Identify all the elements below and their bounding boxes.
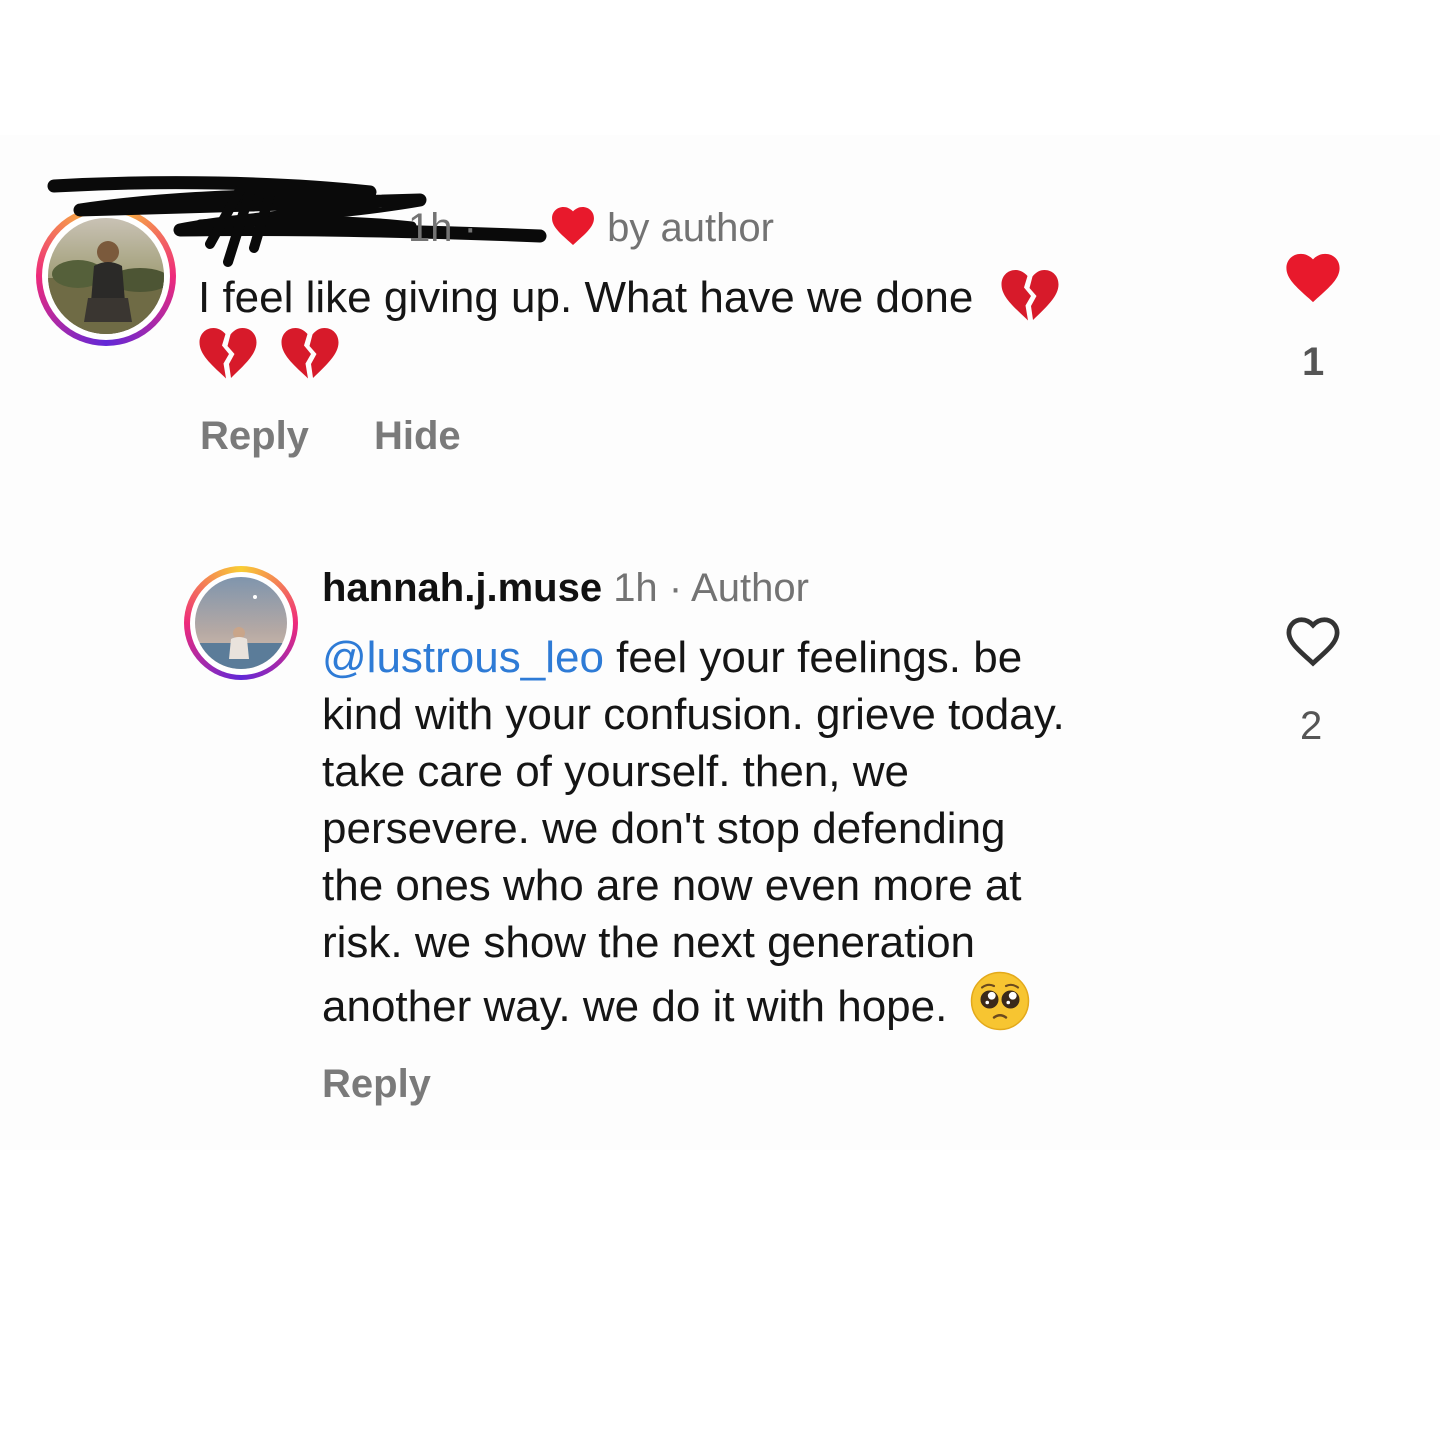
reply-text: @lustrous_leo feel your feelings. be kin… (322, 629, 1242, 1035)
mention-link[interactable]: @lustrous_leo (322, 633, 604, 682)
commenter-avatar[interactable] (36, 206, 176, 346)
reply-line: kind with your confusion. grieve today. (322, 690, 1065, 739)
reply-username[interactable]: hannah.j.muse (322, 566, 602, 610)
broken-heart-icon (199, 328, 257, 379)
hide-button[interactable]: Hide (374, 414, 461, 459)
comment-time: 1h (408, 206, 453, 250)
reply-like-count: 2 (1300, 704, 1323, 748)
reply-line: risk. we show the next generation (322, 918, 976, 967)
reply-reply-button[interactable]: Reply (322, 1062, 431, 1107)
pleading-face-icon (970, 971, 1029, 1031)
liked-by-label: by author (607, 206, 774, 250)
reply-line: feel your feelings. be (616, 633, 1023, 682)
heart-filled-icon (1286, 253, 1340, 303)
reply-line: persevere. we don't stop defending (322, 804, 1006, 853)
reply-like-button[interactable] (1284, 616, 1342, 673)
comment-like-count: 1 (1302, 340, 1325, 384)
heart-outline-icon (1286, 617, 1340, 667)
broken-heart-icon (281, 328, 339, 379)
reply-line: the ones who are now even more at (322, 861, 1022, 910)
reply-meta: hannah.j.muse 1h · Author (322, 566, 809, 611)
liked-by-author: by author (550, 206, 774, 251)
meta-separator: · (668, 566, 683, 610)
reply-avatar[interactable] (184, 566, 298, 680)
comment-like-button[interactable] (1284, 252, 1342, 309)
author-badge: Author (691, 566, 809, 610)
meta-separator: · (463, 206, 477, 250)
reply-button[interactable]: Reply (200, 414, 309, 459)
broken-heart-icon (1001, 270, 1059, 321)
comment-meta: 1h · (408, 206, 477, 251)
reply-line: take care of yourself. then, we (322, 747, 909, 796)
comment-text: I feel like giving up. What have we done (198, 268, 1238, 386)
heart-icon (552, 206, 594, 246)
comment-text-content: I feel like giving up. What have we done (198, 273, 974, 322)
reply-time: 1h (613, 566, 658, 610)
reply-line: another way. we do it with hope. (322, 982, 948, 1031)
